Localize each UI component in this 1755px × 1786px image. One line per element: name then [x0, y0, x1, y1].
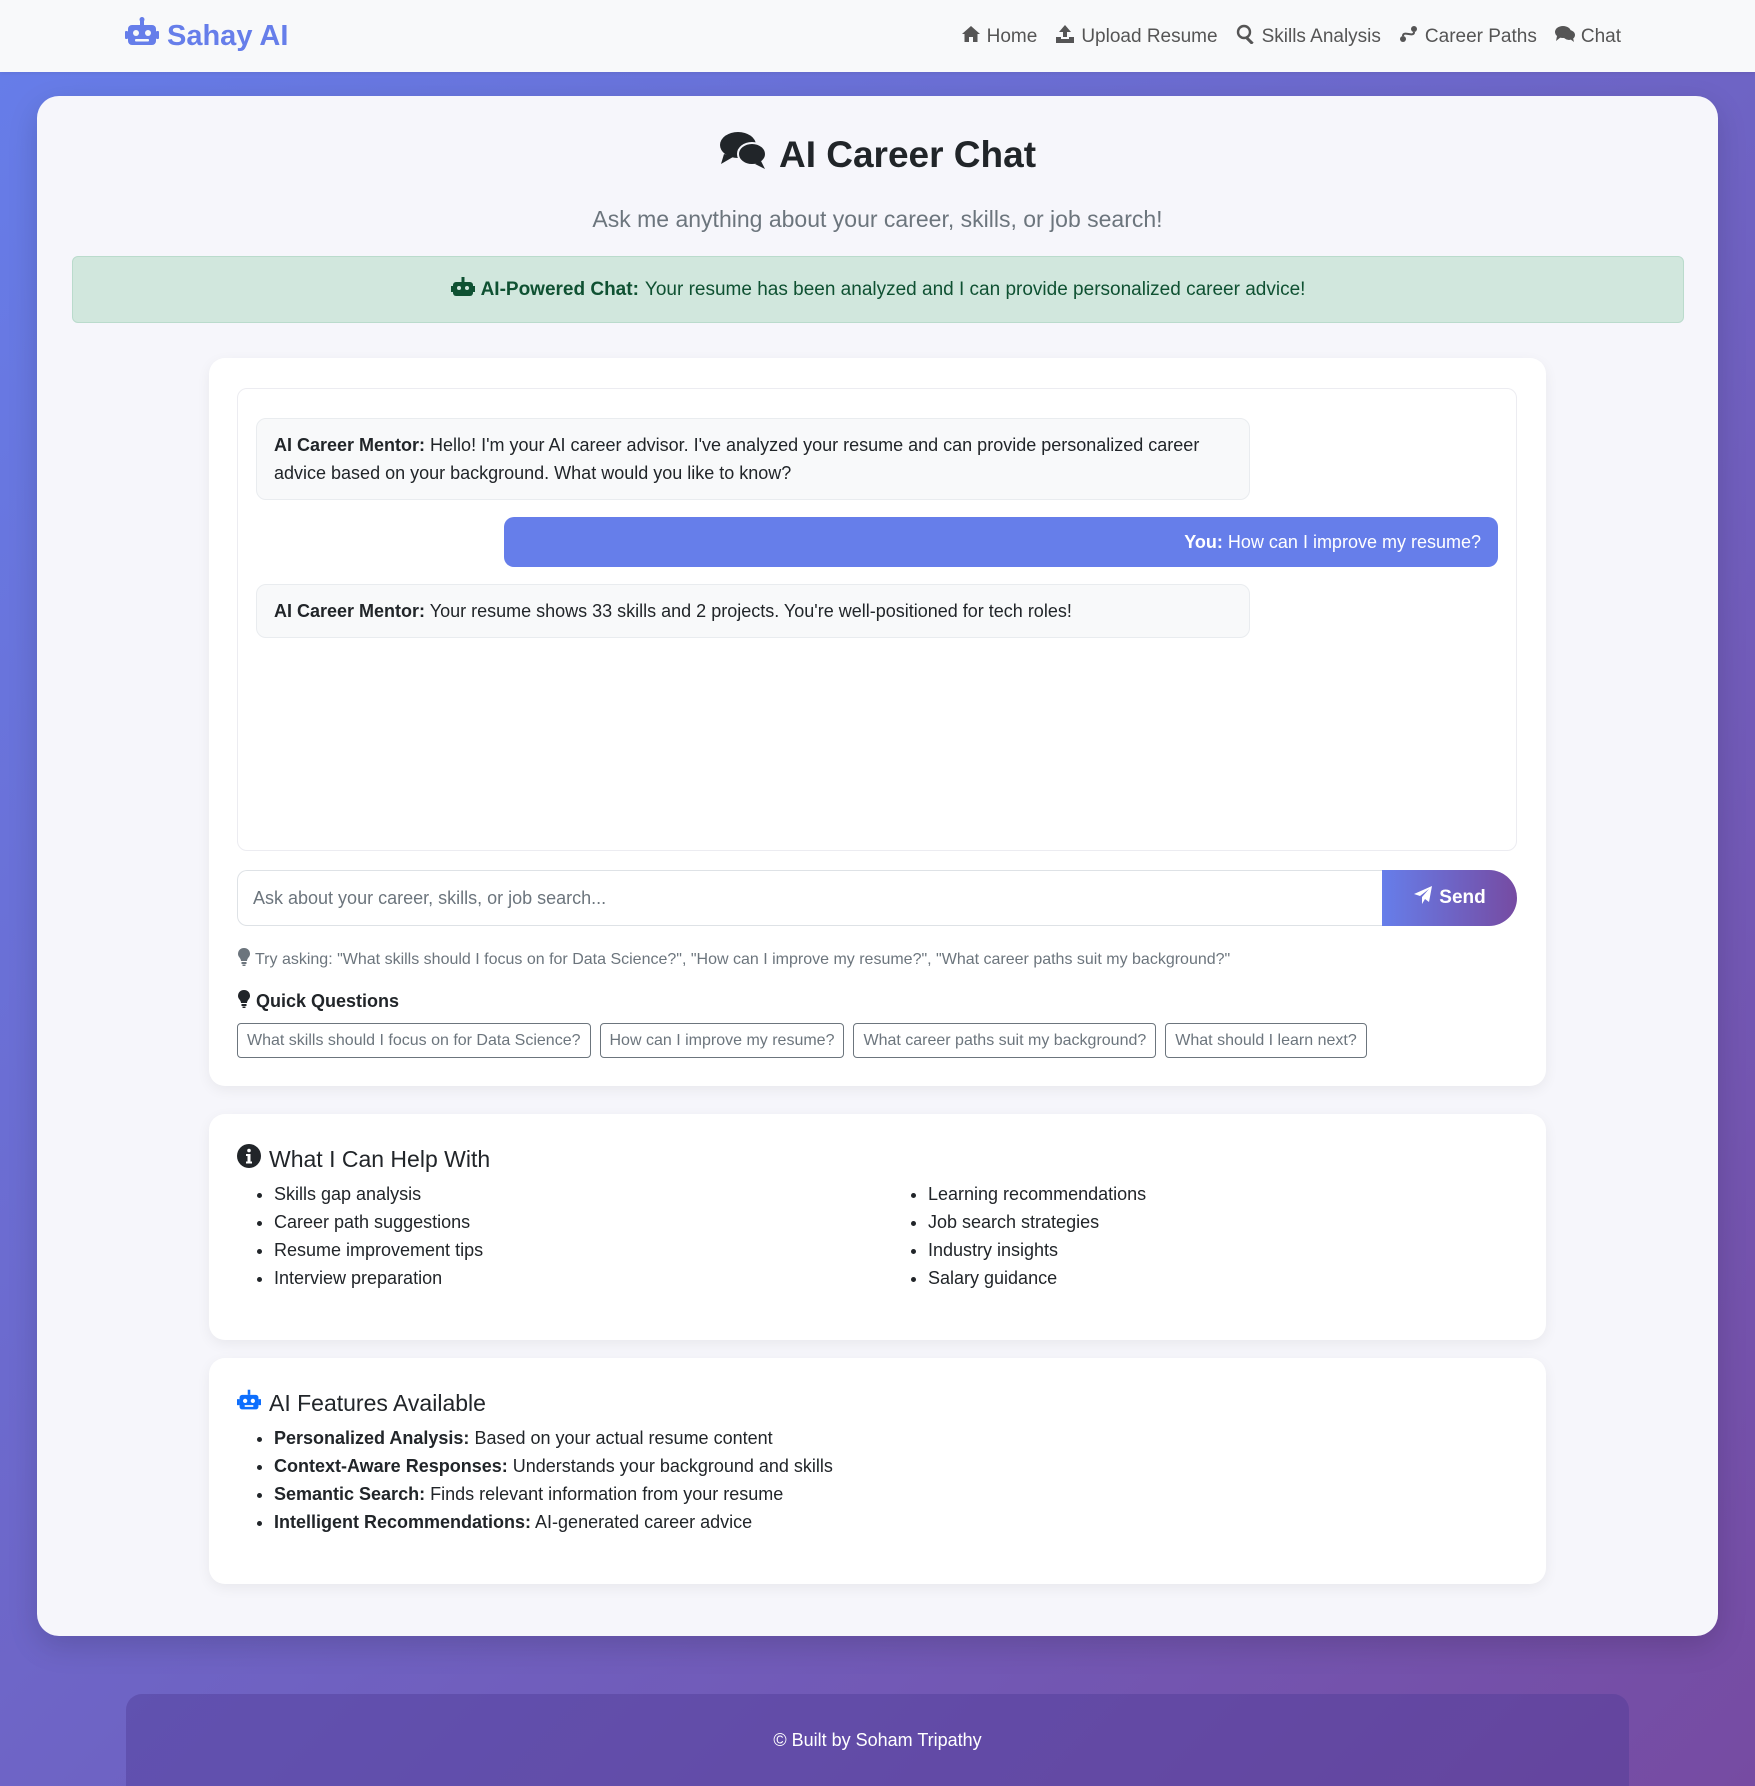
ai-status-alert: AI-Powered Chat: Your resume has been an… — [72, 256, 1684, 323]
features-title-text: AI Features Available — [269, 1389, 486, 1416]
features-list: Personalized Analysis: Based on your act… — [237, 1424, 833, 1536]
chat-messages[interactable]: AI Career Mentor: Hello! I'm your AI car… — [237, 388, 1517, 851]
list-item: Career path suggestions — [274, 1208, 483, 1236]
message-sender: AI Career Mentor: — [274, 601, 426, 621]
send-button[interactable]: Send — [1382, 870, 1517, 926]
quick-question-button[interactable]: What skills should I focus on for Data S… — [237, 1023, 591, 1058]
footer: © Built by Soham Tripathy — [126, 1694, 1629, 1786]
lightbulb-icon — [237, 948, 251, 971]
chat-input-group: Send — [237, 870, 1517, 926]
brand-name: Sahay AI — [167, 19, 289, 52]
user-message: You: How can I improve my resume? — [504, 517, 1498, 567]
quick-questions-title: Quick Questions — [237, 990, 399, 1013]
robot-icon — [450, 276, 475, 303]
info-circle-icon — [237, 1144, 261, 1174]
lightbulb-icon — [237, 990, 251, 1013]
message-sender: You: — [1184, 531, 1223, 552]
nav-item-skills-analysis[interactable]: Skills Analysis — [1236, 24, 1381, 50]
nav-item-chat[interactable]: Chat — [1554, 24, 1621, 50]
message-text: Your resume shows 33 skills and 2 projec… — [429, 601, 1072, 621]
list-item: Context-Aware Responses: Understands you… — [274, 1452, 833, 1480]
list-item: Interview preparation — [274, 1264, 483, 1292]
nav-item-label: Career Paths — [1424, 26, 1537, 47]
quick-question-button[interactable]: What career paths suit my background? — [853, 1023, 1157, 1058]
hint-text: Try asking: "What skills should I focus … — [255, 950, 1231, 968]
quick-questions-label: Quick Questions — [256, 991, 400, 1011]
list-item: Resume improvement tips — [274, 1236, 483, 1264]
list-item: Skills gap analysis — [274, 1180, 483, 1208]
message-text: How can I improve my resume? — [1227, 531, 1481, 552]
message-sender: AI Career Mentor: — [274, 435, 426, 455]
nav-item-label: Upload Resume — [1081, 26, 1218, 47]
alert-text: Your resume has been analyzed and I can … — [644, 278, 1306, 300]
quick-questions-list: What skills should I focus on for Data S… — [237, 1023, 1367, 1058]
ai-message: AI Career Mentor: Hello! I'm your AI car… — [256, 418, 1250, 500]
upload-icon — [1055, 24, 1075, 50]
paper-plane-icon — [1413, 885, 1433, 911]
brand-link[interactable]: Sahay AI — [125, 16, 288, 56]
nav-item-label: Skills Analysis — [1261, 26, 1381, 47]
route-icon — [1399, 24, 1419, 50]
feature-label: Intelligent Recommendations: — [274, 1512, 532, 1532]
feature-text: Understands your background and skills — [512, 1456, 833, 1476]
chat-input[interactable] — [237, 870, 1382, 926]
feature-label: Context-Aware Responses: — [274, 1456, 508, 1476]
help-title: What I Can Help With — [237, 1144, 490, 1174]
feature-label: Personalized Analysis: — [274, 1428, 470, 1448]
alert-label: AI-Powered Chat: — [480, 278, 639, 300]
feature-text: Based on your actual resume content — [474, 1428, 773, 1448]
comments-icon — [719, 130, 767, 179]
help-list-right: Learning recommendations Job search stra… — [891, 1180, 1146, 1292]
feature-label: Semantic Search: — [274, 1484, 426, 1504]
page-title-text: AI Career Chat — [778, 133, 1037, 175]
robot-icon — [125, 17, 159, 55]
home-icon — [961, 24, 981, 50]
quick-question-button[interactable]: What should I learn next? — [1165, 1023, 1367, 1058]
navbar: Sahay AI Home Upload Resume Skills Analy… — [0, 0, 1755, 72]
nav-item-upload-resume[interactable]: Upload Resume — [1055, 24, 1218, 50]
list-item: Learning recommendations — [928, 1180, 1146, 1208]
help-title-text: What I Can Help With — [269, 1145, 491, 1172]
list-item: Semantic Search: Finds relevant informat… — [274, 1480, 833, 1508]
quick-question-button[interactable]: How can I improve my resume? — [599, 1023, 845, 1058]
feature-text: Finds relevant information from your res… — [430, 1484, 784, 1504]
list-item: Intelligent Recommendations: AI-generate… — [274, 1508, 833, 1536]
page-subtitle: Ask me anything about your career, skill… — [592, 206, 1163, 232]
list-item: Industry insights — [928, 1236, 1146, 1264]
comments-icon — [1554, 24, 1575, 50]
search-icon — [1236, 24, 1256, 50]
chat-panel: AI Career Mentor: Hello! I'm your AI car… — [209, 358, 1546, 1086]
nav-item-career-paths[interactable]: Career Paths — [1399, 24, 1537, 50]
send-label: Send — [1439, 887, 1486, 908]
feature-text: AI-generated career advice — [535, 1512, 753, 1532]
nav-item-label: Chat — [1580, 26, 1621, 47]
nav-item-home[interactable]: Home — [961, 24, 1038, 50]
robot-icon — [237, 1388, 261, 1418]
page-title: AI Career Chat — [0, 130, 1755, 179]
features-title: AI Features Available — [237, 1388, 486, 1418]
nav-links: Home Upload Resume Skills Analysis Caree… — [961, 20, 1621, 54]
list-item: Salary guidance — [928, 1264, 1146, 1292]
footer-text: © Built by Soham Tripathy — [773, 1729, 982, 1750]
chat-hint: Try asking: "What skills should I focus … — [237, 948, 1230, 971]
list-item: Personalized Analysis: Based on your act… — [274, 1424, 833, 1452]
help-panel: What I Can Help With Skills gap analysis… — [209, 1114, 1546, 1340]
list-item: Job search strategies — [928, 1208, 1146, 1236]
help-list-left: Skills gap analysis Career path suggesti… — [237, 1180, 483, 1292]
features-panel: AI Features Available Personalized Analy… — [209, 1358, 1546, 1584]
nav-item-label: Home — [986, 26, 1038, 47]
ai-message: AI Career Mentor: Your resume shows 33 s… — [256, 584, 1250, 638]
